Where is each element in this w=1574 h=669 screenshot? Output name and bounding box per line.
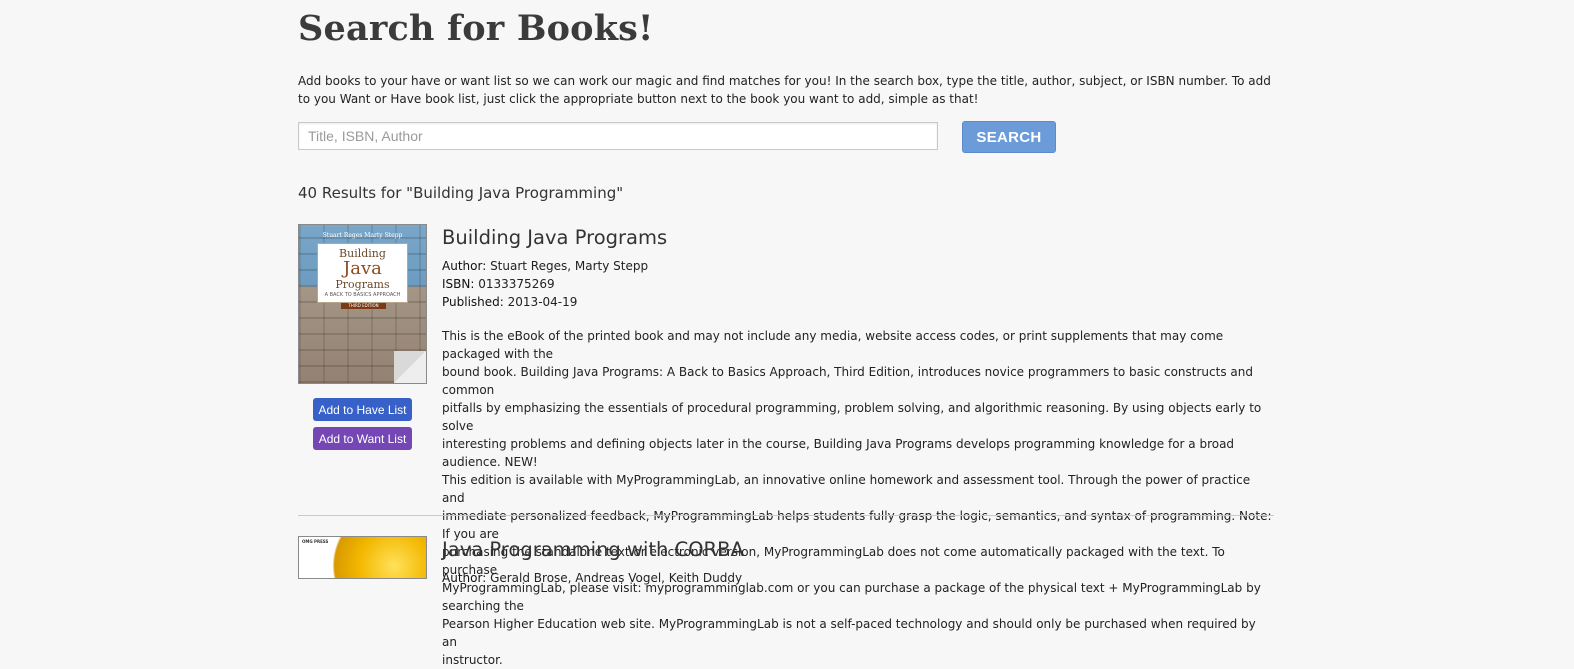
page-title: Search for Books! [298,8,654,49]
cover-title-line: Java [343,258,382,279]
cover-publisher: OMG PRESS [302,539,329,544]
search-button[interactable]: SEARCH [962,121,1056,153]
book-title[interactable]: Building Java Programs [442,226,667,249]
cover-authors: Stuart Reges Marty Stepp [322,232,403,239]
cover-title-line: Programs [335,278,390,291]
add-to-want-list-button[interactable]: Add to Want List [313,427,412,450]
intro-text: Add books to your have or want list so w… [298,74,1271,106]
author-value: Stuart Reges, Marty Stepp [490,259,649,273]
book-title[interactable]: Java Programming with CORBA [442,538,744,561]
page-curl-icon [394,351,426,383]
author-label: Author: [442,571,487,585]
results-count: 40 Results for "Building Java Programmin… [298,184,624,202]
cover-subtitle: A BACK TO BASICS APPROACH [324,292,401,298]
published-label: Published: [442,295,504,309]
add-to-have-list-button[interactable]: Add to Have List [313,398,412,421]
search-input[interactable] [298,122,938,150]
book-cover-image[interactable]: Stuart Reges Marty Stepp Building Java P… [298,224,427,384]
published-value: 2013-04-19 [507,295,578,309]
author-label: Author: [442,259,487,273]
book-description: This is the eBook of the printed book an… [442,329,1272,667]
book-cover-image[interactable]: OMG PRESS [298,536,427,579]
author-value: Gerald Brose, Andreas Vogel, Keith Duddy [490,571,743,585]
isbn-value: 0133375269 [478,277,555,291]
cover-edition: THIRD EDITION [341,303,386,309]
result-divider [298,515,1274,516]
book-author: Author: Gerald Brose, Andreas Vogel, Kei… [442,571,742,585]
book-published: Published: 2013-04-19 [442,295,577,309]
book-author: Author: Stuart Reges, Marty Stepp [442,259,648,273]
isbn-label: ISBN: [442,277,475,291]
book-isbn: ISBN: 0133375269 [442,277,555,291]
